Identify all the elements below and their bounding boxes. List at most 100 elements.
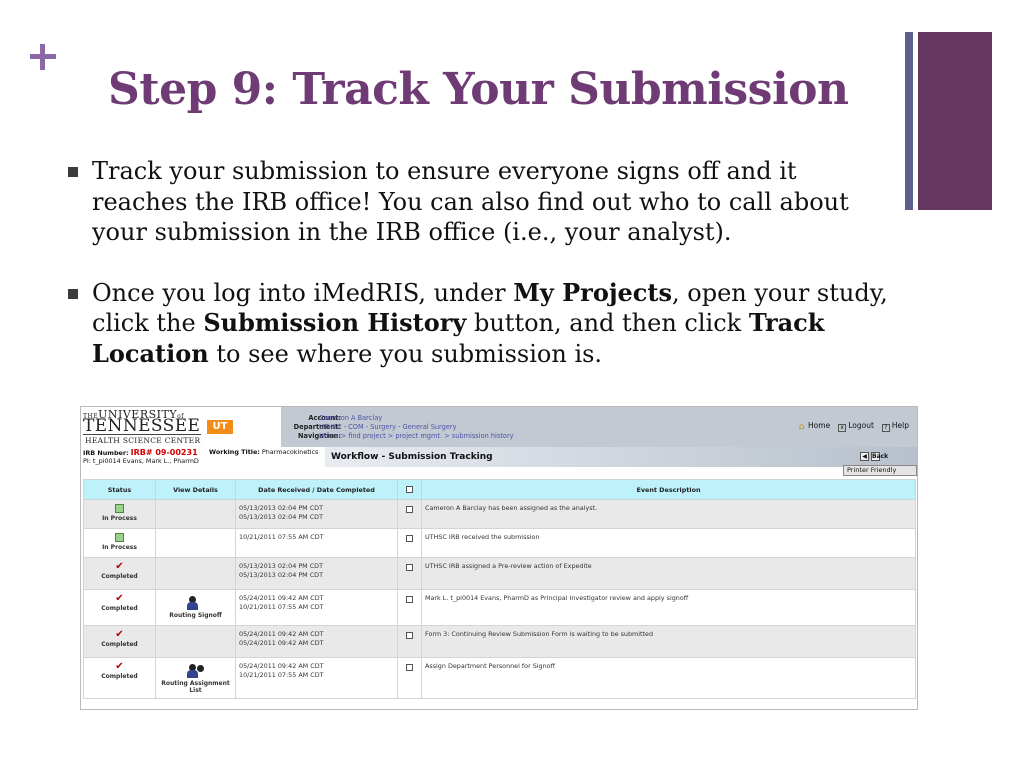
expand-icon[interactable] bbox=[406, 596, 413, 603]
home-icon: ⌂ bbox=[798, 422, 805, 432]
table-row: In Process 05/13/2013 02:04 PM CDT 05/13/2… bbox=[83, 499, 916, 529]
bullet-track: Track your submission to ensure everyone… bbox=[68, 156, 898, 248]
printer-friendly-button[interactable]: Printer Friendly bbox=[843, 465, 917, 476]
dates-cell: 05/24/2011 09:42 AM CDT 10/21/2011 07:55 … bbox=[235, 589, 398, 626]
status-cell: In Process bbox=[83, 528, 156, 558]
check-icon: ✔ bbox=[115, 561, 124, 572]
table-row: ✔ Completed Routing Signoff 05/24/2011 09:4… bbox=[83, 589, 916, 626]
status-label: In Process bbox=[102, 515, 137, 522]
logout-link[interactable]: x Logout bbox=[838, 421, 874, 432]
col-expand[interactable] bbox=[397, 479, 422, 500]
col-status: Status bbox=[83, 479, 156, 500]
event-description: Cameron A Barclay has been assigned as t… bbox=[421, 499, 916, 529]
decor-bar-thin bbox=[905, 32, 913, 210]
working-title: Pharmacokinetics bbox=[261, 448, 319, 456]
bullet-square-icon bbox=[68, 288, 78, 299]
col-dates: Date Received / Date Completed bbox=[235, 479, 398, 500]
col-view-details: View Details bbox=[155, 479, 236, 500]
bullet-submission-history: Submission History bbox=[203, 308, 467, 337]
irb-number: IRB# 09-00231 bbox=[130, 448, 198, 457]
status-label: Completed bbox=[101, 641, 138, 648]
view-details-cell bbox=[155, 528, 236, 558]
expand-icon[interactable] bbox=[406, 506, 413, 513]
account-values: Cameron A Barclay UTHSC - COM - Surgery … bbox=[319, 414, 514, 441]
help-icon: ? bbox=[881, 424, 890, 432]
account-link[interactable]: Cameron A Barclay bbox=[319, 414, 514, 423]
logo-rule bbox=[83, 434, 201, 435]
department-link[interactable]: UTHSC - COM - Surgery - General Surgery bbox=[319, 423, 514, 432]
expand-all-icon[interactable] bbox=[406, 486, 413, 493]
logout-icon: x bbox=[838, 424, 847, 432]
check-icon: ✔ bbox=[115, 661, 124, 672]
dates-cell: 05/24/2011 09:42 AM CDT 05/24/2011 09:42 … bbox=[235, 625, 398, 658]
col-event-description: Event Description bbox=[421, 479, 916, 500]
home-link[interactable]: ⌂ Home bbox=[797, 421, 831, 432]
tracking-table: Status View Details Date Received / Date… bbox=[83, 479, 916, 699]
expand-icon[interactable] bbox=[406, 564, 413, 571]
expand-icon[interactable] bbox=[406, 535, 413, 542]
table-row: ✔ Completed Routing Assignment List 05/24/2… bbox=[83, 657, 916, 699]
breadcrumb[interactable]: Home > find project > project mgmt. > su… bbox=[319, 432, 514, 441]
table-row: ✔ Completed 05/13/2013 02:04 PM CDT 05/13/2… bbox=[83, 557, 916, 590]
expand-icon[interactable] bbox=[406, 632, 413, 639]
date-received: 05/24/2011 09:42 AM CDT bbox=[239, 630, 324, 638]
imedris-screenshot: THEUNIVERSITYof TENNESSEE HEALTH SCIENCE… bbox=[80, 406, 918, 710]
help-link[interactable]: ? Help bbox=[881, 421, 909, 432]
event-description: UTHSC IRB received the submission bbox=[421, 528, 916, 558]
expand-cell[interactable] bbox=[397, 557, 422, 590]
date-received: 05/13/2013 02:04 PM CDT bbox=[239, 504, 323, 512]
expand-cell[interactable] bbox=[397, 625, 422, 658]
slide-title: Step 9: Track Your Submission bbox=[108, 64, 849, 115]
date-completed: 05/13/2013 02:04 PM CDT bbox=[239, 512, 323, 521]
status-label: Completed bbox=[101, 573, 138, 580]
table-row: In Process 10/21/2011 07:55 AM CDT UTHSC I… bbox=[83, 528, 916, 558]
check-icon: ✔ bbox=[115, 629, 124, 640]
ut-badge-icon: UT bbox=[207, 420, 233, 434]
plus-icon bbox=[30, 44, 56, 70]
dates-cell: 05/24/2011 09:42 AM CDT 10/21/2011 07:55 … bbox=[235, 657, 398, 699]
expand-cell[interactable] bbox=[397, 589, 422, 626]
status-cell: ✔ Completed bbox=[83, 625, 156, 658]
view-details-label[interactable]: Routing Assignment List bbox=[161, 680, 229, 694]
bullet-my-projects: My Projects bbox=[513, 277, 672, 307]
date-received: 05/13/2013 02:04 PM CDT bbox=[239, 562, 323, 570]
bullet-list: Track your submission to ensure everyone… bbox=[68, 156, 898, 399]
date-received: 10/21/2011 07:55 AM CDT bbox=[239, 533, 324, 541]
back-arrow-icon: ◀ bbox=[860, 452, 869, 461]
workflow-title-bar: Workflow - Submission Tracking bbox=[325, 447, 917, 467]
dates-cell: 05/13/2013 02:04 PM CDT 05/13/2013 02:04 … bbox=[235, 499, 398, 529]
bullet-login-text-1: Once you log into iMedRIS, under bbox=[92, 278, 514, 307]
dates-cell: 05/13/2013 02:04 PM CDT 05/13/2013 02:04 … bbox=[235, 557, 398, 590]
dates-cell: 10/21/2011 07:55 AM CDT bbox=[235, 528, 398, 558]
check-icon: ✔ bbox=[115, 593, 124, 604]
view-details-cell bbox=[155, 557, 236, 590]
event-description: Mark L. t_pi0014 Evans, PharmD as Princi… bbox=[421, 589, 916, 626]
routing-person-icon[interactable] bbox=[186, 664, 206, 678]
view-details-cell[interactable]: Routing Signoff bbox=[155, 589, 236, 626]
routing-person-icon[interactable] bbox=[186, 596, 206, 610]
document-icon bbox=[115, 533, 124, 542]
decor-bar-thick bbox=[918, 32, 992, 210]
expand-cell[interactable] bbox=[397, 499, 422, 529]
date-completed: 10/21/2011 07:55 AM CDT bbox=[239, 670, 324, 679]
date-completed: 10/21/2011 07:55 AM CDT bbox=[239, 602, 324, 611]
expand-cell[interactable] bbox=[397, 657, 422, 699]
expand-icon[interactable] bbox=[406, 664, 413, 671]
date-received: 05/24/2011 09:42 AM CDT bbox=[239, 662, 324, 670]
view-details-label[interactable]: Routing Signoff bbox=[169, 612, 222, 619]
status-label: In Process bbox=[102, 544, 137, 551]
bullet-square-icon bbox=[68, 167, 78, 177]
status-cell: ✔ Completed bbox=[83, 557, 156, 590]
top-links: ⌂ Home x Logout ? Help bbox=[797, 421, 909, 432]
back-button[interactable]: ◀ Back bbox=[856, 450, 888, 462]
date-completed: 05/24/2011 09:42 AM CDT bbox=[239, 638, 324, 647]
status-cell: ✔ Completed bbox=[83, 657, 156, 699]
event-description: Form 3: Continuing Review Submission For… bbox=[421, 625, 916, 658]
bullet-track-text: Track your submission to ensure everyone… bbox=[92, 157, 849, 246]
table-row: ✔ Completed 05/24/2011 09:42 AM CDT 05/24/2… bbox=[83, 625, 916, 658]
document-icon bbox=[115, 504, 124, 513]
view-details-cell[interactable]: Routing Assignment List bbox=[155, 657, 236, 699]
logo-line3: HEALTH SCIENCE CENTER bbox=[85, 436, 201, 445]
event-description: Assign Department Personnel for Signoff bbox=[421, 657, 916, 699]
expand-cell[interactable] bbox=[397, 528, 422, 558]
